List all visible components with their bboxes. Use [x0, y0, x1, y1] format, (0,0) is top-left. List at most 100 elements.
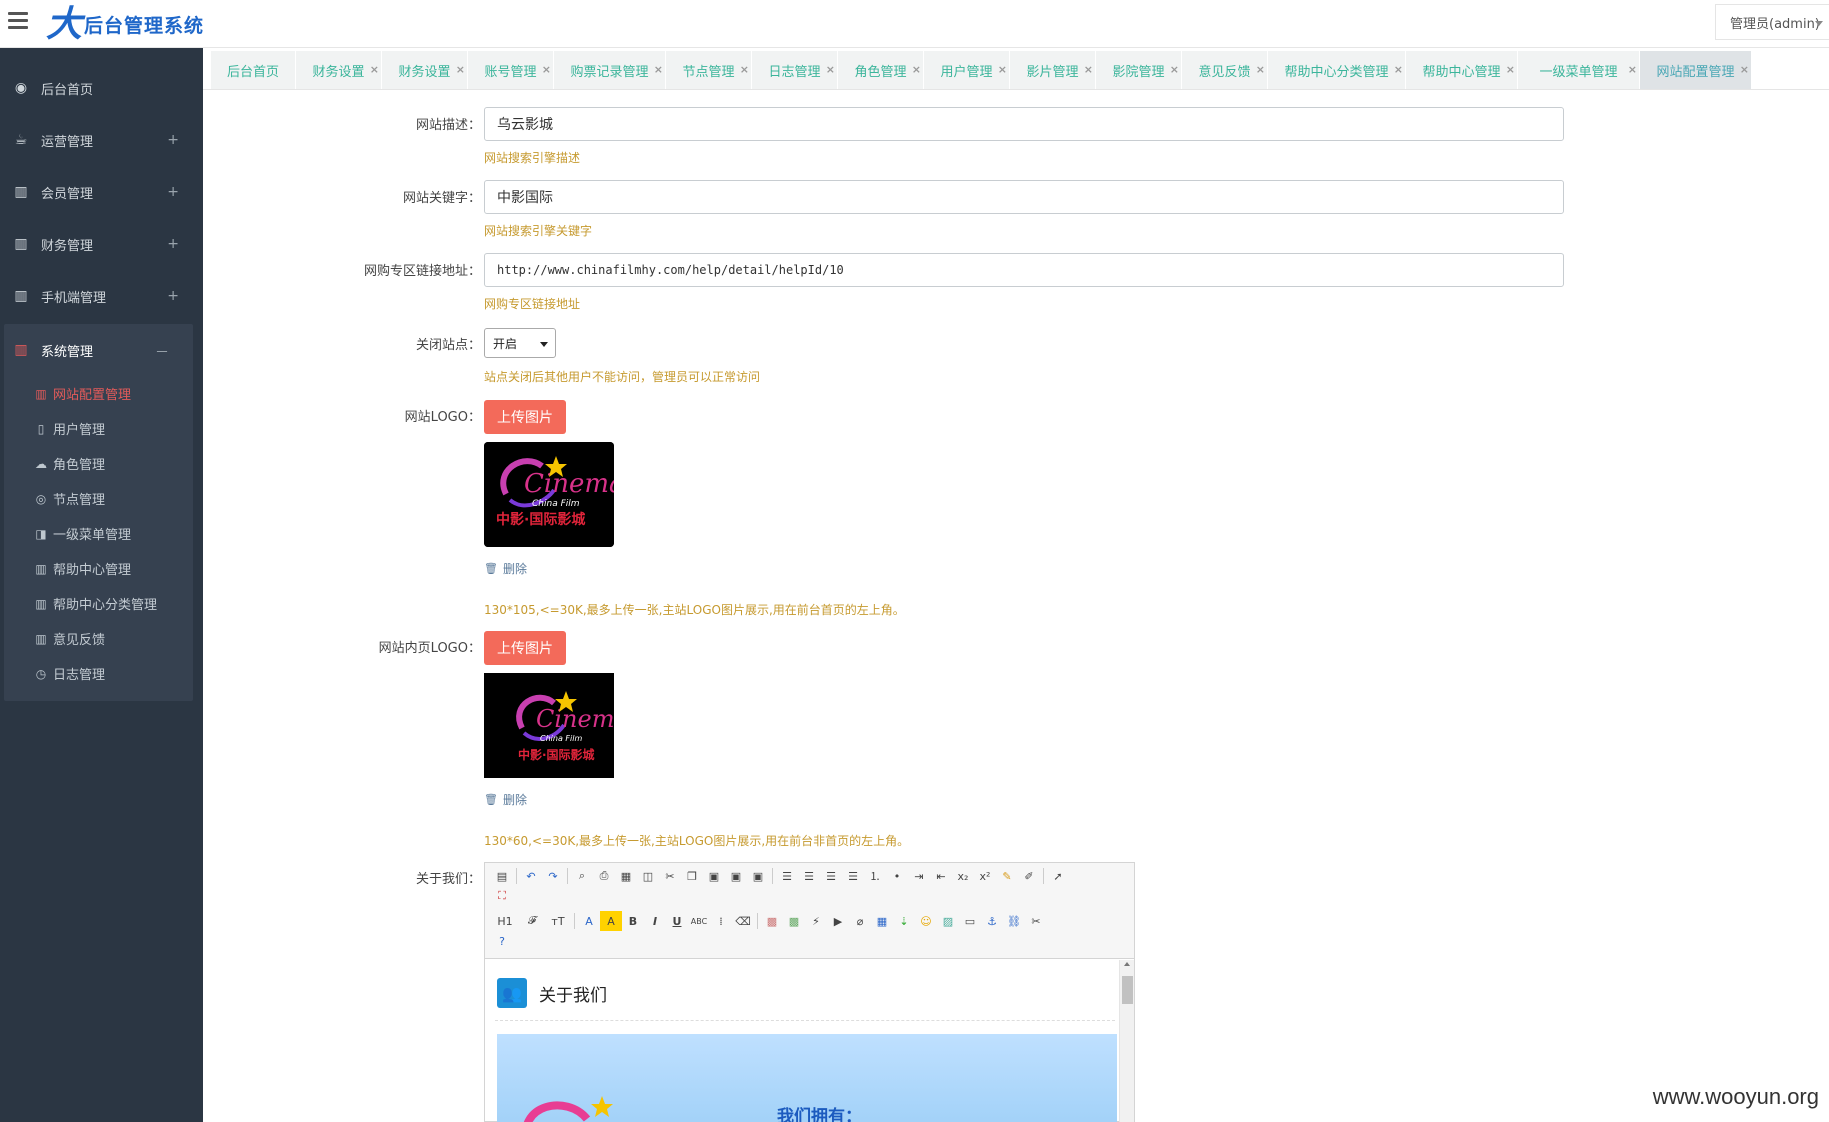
image-icon[interactable]: ▩ [761, 911, 783, 931]
sidebar-item-dashboard[interactable]: ◉ 后台首页 [0, 62, 203, 114]
tab-finance-settings[interactable]: 财务设置 × [296, 51, 382, 89]
anchor-icon[interactable]: ⚓ [981, 911, 1003, 931]
site-desc-input[interactable]: 乌云影城 [484, 107, 1564, 141]
copy-icon[interactable]: ❐ [681, 866, 703, 886]
media-icon[interactable]: ▶ [827, 911, 849, 931]
pagebreak-icon[interactable]: ▭ [959, 911, 981, 931]
map-icon[interactable]: ▨ [937, 911, 959, 931]
clear-format-icon[interactable]: ✎ [996, 866, 1018, 886]
font-size-icon[interactable]: тT [545, 911, 571, 931]
select-all-icon[interactable]: ✐ [1018, 866, 1040, 886]
emoticon-icon[interactable]: ☺ [915, 911, 937, 931]
close-icon[interactable]: × [542, 63, 551, 76]
user-menu[interactable]: 管理员(admin) [1715, 4, 1829, 40]
site-logo-upload-button[interactable]: 上传图片 [484, 400, 566, 434]
sidebar-item-members[interactable]: ▥ 会员管理 + [0, 166, 203, 218]
paste-word-icon[interactable]: ▣ [747, 866, 769, 886]
ordered-list-icon[interactable]: ⒈ [864, 866, 886, 886]
inner-logo-delete-link[interactable]: 🗑 删除 [484, 791, 527, 808]
outdent-icon[interactable]: ⇤ [930, 866, 952, 886]
tab-logs[interactable]: 日志管理 × [752, 51, 838, 89]
tab-help[interactable]: 帮助中心管理 × [1406, 51, 1518, 89]
sidebar-item-finance[interactable]: ▥ 财务管理 + [0, 218, 203, 270]
tab-films[interactable]: 影片管理 × [1010, 51, 1096, 89]
tab-roles[interactable]: 角色管理 × [838, 51, 924, 89]
inner-logo-upload-button[interactable]: 上传图片 [484, 631, 566, 665]
sidebar-item-system[interactable]: ▥ 系统管理 － [4, 324, 193, 376]
close-icon[interactable]: × [654, 63, 663, 76]
purchase-link-input[interactable]: http://www.chinafilmhy.com/help/detail/h… [484, 253, 1564, 287]
font-color-icon[interactable]: A [578, 911, 600, 931]
tab-site-config[interactable]: 网站配置管理 × [1640, 51, 1752, 89]
source-icon[interactable]: ▤ [491, 866, 513, 886]
scroll-up-icon[interactable] [1124, 962, 1130, 966]
sidebar-subitem-help[interactable]: ▥ 帮助中心管理 [4, 551, 193, 586]
close-icon[interactable]: × [826, 63, 835, 76]
tab-feedback[interactable]: 意见反馈 × [1182, 51, 1268, 89]
indent-icon[interactable]: ⇥ [908, 866, 930, 886]
highlight-icon[interactable]: A [600, 911, 622, 931]
tab-accounts[interactable]: 账号管理 × [468, 51, 554, 89]
close-icon[interactable]: × [740, 63, 749, 76]
sidebar-subitem-users[interactable]: ▯ 用户管理 [4, 411, 193, 446]
scroll-thumb[interactable] [1122, 976, 1133, 1004]
close-icon[interactable]: × [1170, 63, 1179, 76]
sidebar-item-operations[interactable]: ☕ 运营管理 + [0, 114, 203, 166]
cursor-icon[interactable]: ➚ [1047, 866, 1069, 886]
unordered-list-icon[interactable]: • [886, 866, 908, 886]
align-justify-icon[interactable]: ☰ [842, 866, 864, 886]
tab-ticket-records[interactable]: 购票记录管理 × [554, 51, 666, 89]
link-icon[interactable]: ⛓ [1003, 911, 1025, 931]
unlink-icon[interactable]: ✂ [1025, 911, 1047, 931]
horizontal-rule-icon[interactable]: ⇣ [893, 911, 915, 931]
attachment-icon[interactable]: ⌀ [849, 911, 871, 931]
bold-icon[interactable]: B [622, 911, 644, 931]
tab-home[interactable]: 后台首页 [211, 51, 296, 89]
close-icon[interactable]: × [1628, 63, 1637, 76]
preview-icon[interactable]: ⌕ [571, 866, 593, 886]
close-icon[interactable]: × [912, 63, 921, 76]
site-logo-delete-link[interactable]: 🗑 删除 [484, 560, 527, 577]
tab-help-category[interactable]: 帮助中心分类管理 × [1268, 51, 1406, 89]
editor-scrollbar[interactable] [1119, 960, 1134, 1122]
editor-content[interactable]: 👥 关于我们 Cinema 我们拥有： [485, 960, 1134, 1122]
sidebar-subitem-logs[interactable]: ◷ 日志管理 [4, 656, 193, 691]
sidebar-subitem-feedback[interactable]: ▥ 意见反馈 [4, 621, 193, 656]
close-icon[interactable]: × [1506, 63, 1515, 76]
code-icon[interactable]: ◫ [637, 866, 659, 886]
table-icon[interactable]: ▦ [871, 911, 893, 931]
tab-menus[interactable]: 一级菜单管理 × [1518, 51, 1640, 89]
tab-users[interactable]: 用户管理 × [924, 51, 1010, 89]
line-height-icon[interactable]: ⁞ [710, 911, 732, 931]
sidebar-subitem-roles[interactable]: ☁ 角色管理 [4, 446, 193, 481]
app-logo[interactable]: 大 后台管理系统 [46, 4, 204, 44]
sidebar-subitem-site-config[interactable]: ▥ 网站配置管理 [4, 376, 193, 411]
close-icon[interactable]: × [1394, 63, 1403, 76]
close-icon[interactable]: × [1256, 63, 1265, 76]
multi-image-icon[interactable]: ▩ [783, 911, 805, 931]
sidebar-subitem-nodes[interactable]: ◎ 节点管理 [4, 481, 193, 516]
subscript-icon[interactable]: x₂ [952, 866, 974, 886]
about-rich-editor[interactable]: ▤ ↶ ↷ ⌕ ⎙ ▦ ◫ ✂ ❐ ▣ ▣ ▣ ☰ ☰ ☰ ☰ ⒈ • ⇥ ⇤ … [484, 862, 1135, 1122]
tab-finance-settings-2[interactable]: 财务设置 × [382, 51, 468, 89]
sidebar-subitem-help-category[interactable]: ▥ 帮助中心分类管理 [4, 586, 193, 621]
underline-icon[interactable]: U [666, 911, 688, 931]
align-center-icon[interactable]: ☰ [798, 866, 820, 886]
tab-cinemas[interactable]: 影院管理 × [1096, 51, 1182, 89]
close-icon[interactable]: × [1740, 63, 1749, 76]
cut-icon[interactable]: ✂ [659, 866, 681, 886]
align-right-icon[interactable]: ☰ [820, 866, 842, 886]
strikethrough-icon[interactable]: ABC [688, 911, 710, 931]
close-icon[interactable]: × [456, 63, 465, 76]
italic-icon[interactable]: I [644, 911, 666, 931]
template-icon[interactable]: ▦ [615, 866, 637, 886]
paste-icon[interactable]: ▣ [703, 866, 725, 886]
menu-toggle-icon[interactable] [8, 12, 28, 30]
superscript-icon[interactable]: x² [974, 866, 996, 886]
sidebar-item-mobile[interactable]: ▥ 手机端管理 + [0, 270, 203, 322]
heading-icon[interactable]: H1 [491, 911, 519, 931]
font-family-icon[interactable]: 𝓕 [519, 911, 545, 931]
flash-icon[interactable]: ⚡ [805, 911, 827, 931]
align-left-icon[interactable]: ☰ [776, 866, 798, 886]
sidebar-subitem-menus[interactable]: ◨ 一级菜单管理 [4, 516, 193, 551]
